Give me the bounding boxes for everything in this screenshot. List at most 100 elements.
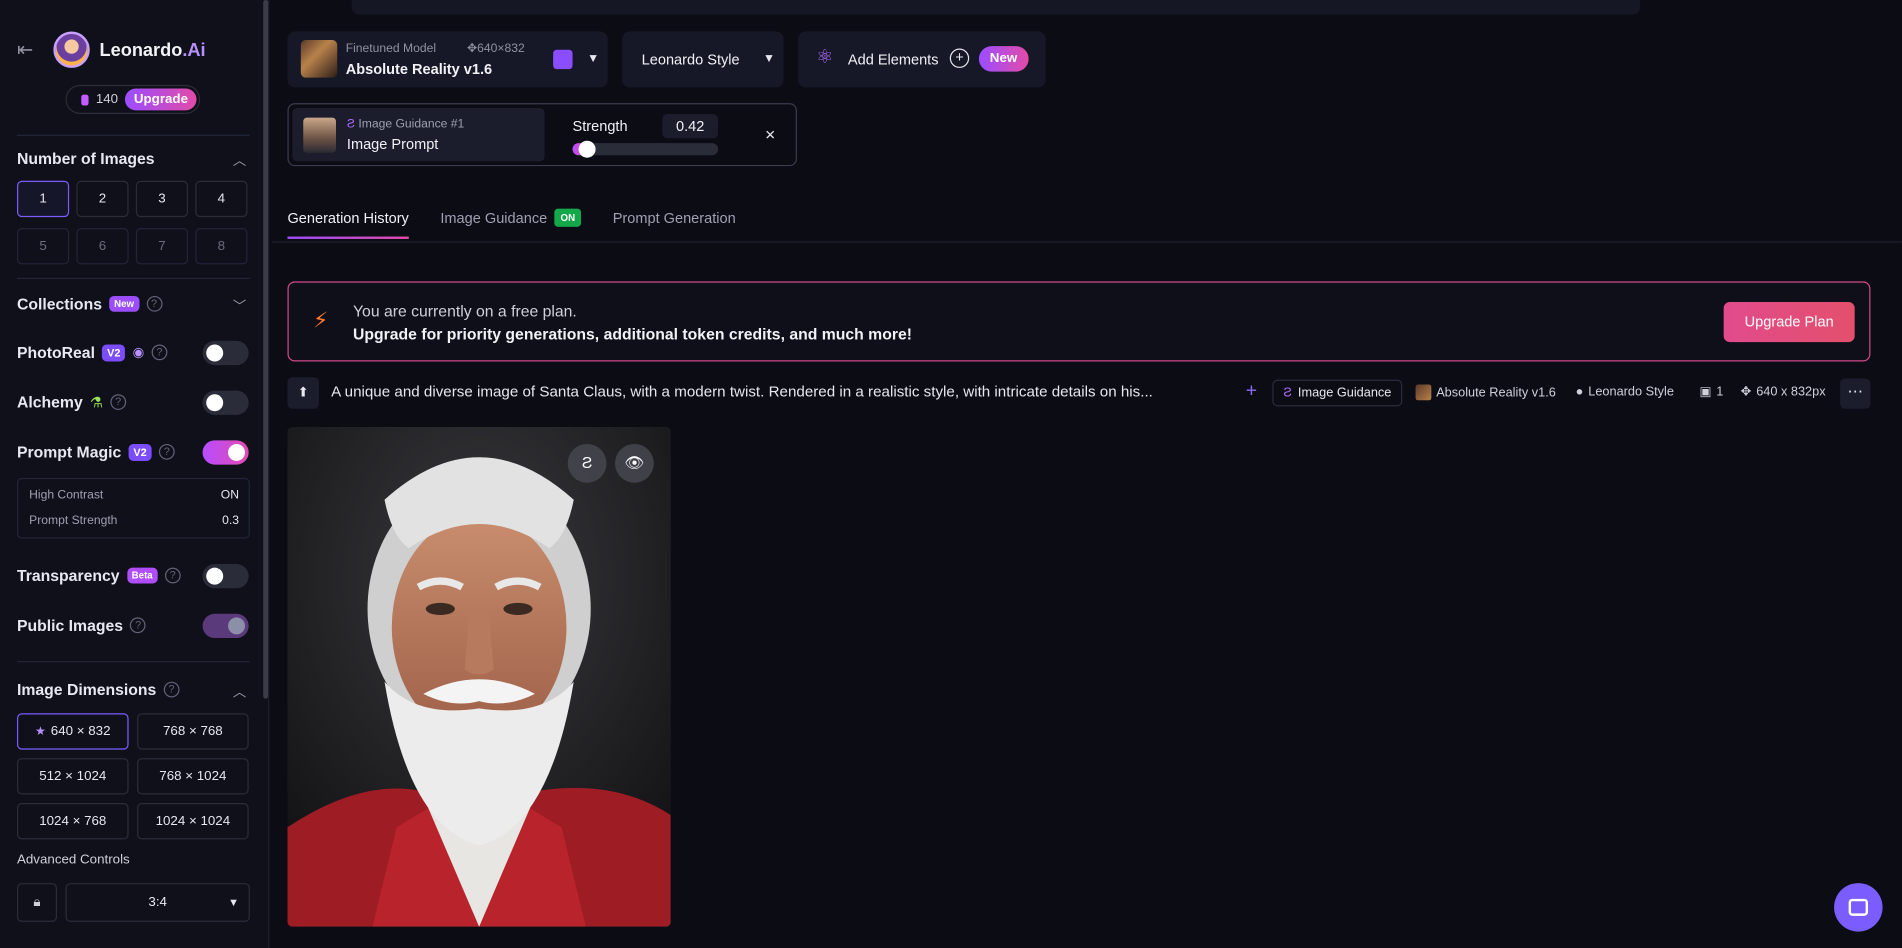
chevron-up-icon[interactable]: ︿ bbox=[233, 150, 246, 169]
model-info-icon[interactable] bbox=[553, 49, 573, 70]
aspect-ratio-select[interactable]: 3:4 ▼ bbox=[65, 883, 250, 922]
move-icon: ✥ bbox=[467, 42, 478, 56]
generation-prompt[interactable]: A unique and diverse image of Santa Clau… bbox=[331, 383, 1200, 400]
upgrade-button[interactable]: Upgrade bbox=[125, 88, 197, 111]
chevron-down-icon[interactable]: ﹀ bbox=[233, 296, 246, 315]
public-images-toggle[interactable] bbox=[202, 613, 249, 639]
aspect-ratio-value: 3:4 bbox=[148, 895, 167, 910]
model-dims: ✥640×832 bbox=[467, 42, 525, 56]
tab-generation-history[interactable]: Generation History bbox=[287, 209, 409, 239]
guidance-icon: Ƨ bbox=[1283, 385, 1292, 401]
more-options-icon[interactable]: ⋯ bbox=[1840, 378, 1871, 409]
tab-prompt-generation[interactable]: Prompt Generation bbox=[613, 209, 736, 239]
prompt-magic-title: Prompt Magic V2 ? bbox=[17, 443, 175, 461]
alchemy-title: Alchemy ⚗ ? bbox=[17, 393, 127, 411]
dimension-768x768[interactable]: 768 × 768 bbox=[137, 713, 249, 750]
dimension-768x1024[interactable]: 768 × 1024 bbox=[137, 758, 249, 795]
image-guidance-source[interactable]: Ƨ Image Guidance #1 Image Prompt bbox=[292, 107, 545, 162]
help-icon[interactable]: ? bbox=[130, 617, 147, 634]
camera-icon: ◉ bbox=[132, 345, 145, 361]
alchemy-toggle[interactable] bbox=[202, 390, 249, 415]
photoreal-toggle[interactable] bbox=[202, 340, 249, 366]
image-dimensions-grid: ★ 640 × 832 768 × 768 512 × 1024 768 × 10… bbox=[16, 713, 250, 840]
image-count-7[interactable]: 7 bbox=[135, 228, 189, 265]
chevron-up-icon[interactable]: ︿ bbox=[233, 682, 246, 701]
beta-badge: Beta bbox=[126, 567, 158, 584]
dimension-512x1024[interactable]: 512 × 1024 bbox=[16, 758, 129, 795]
collapse-sidebar-icon[interactable]: ⇤ bbox=[17, 38, 44, 62]
strength-value[interactable]: 0.42 bbox=[662, 114, 719, 139]
caret-down-icon: ▼ bbox=[228, 896, 239, 909]
sidebar: ⇤ Leonardo.Ai 140 Upgrade Number of Imag… bbox=[0, 0, 270, 948]
plus-icon[interactable]: + bbox=[1246, 381, 1257, 403]
number-of-images-grid: 1 2 3 4 5 6 7 8 bbox=[16, 180, 250, 265]
dimension-1024x768[interactable]: 1024 × 768 bbox=[16, 803, 129, 840]
new-badge: New bbox=[978, 46, 1029, 72]
prompt-magic-settings[interactable]: High Contrast ON Prompt Strength 0.3 bbox=[16, 477, 250, 539]
image-count-6[interactable]: 6 bbox=[76, 228, 129, 265]
move-icon: ✥ bbox=[1740, 384, 1752, 400]
images-icon: ▣ bbox=[1699, 384, 1712, 400]
high-contrast-row: High Contrast ON bbox=[29, 489, 239, 502]
generated-image[interactable]: Ƨ 👁︎ bbox=[287, 426, 671, 927]
app-root: ⇤ Leonardo.Ai 140 Upgrade Number of Imag… bbox=[0, 0, 1902, 948]
logo-icon bbox=[53, 31, 90, 68]
guidance-name: Image Prompt bbox=[346, 135, 439, 153]
style-selector[interactable]: Leonardo Style ▼ bbox=[622, 31, 784, 88]
prompt-strength-value: 0.3 bbox=[222, 514, 239, 528]
advanced-controls-label[interactable]: Advanced Controls bbox=[17, 853, 130, 868]
lightning-icon: ⚡︎ bbox=[312, 308, 329, 333]
image-count-4[interactable]: 4 bbox=[195, 180, 248, 218]
strength-slider[interactable] bbox=[572, 140, 719, 158]
image-count-5[interactable]: 5 bbox=[16, 228, 70, 265]
tab-image-guidance[interactable]: Image Guidance ON bbox=[440, 208, 582, 239]
token-balance[interactable]: 140 Upgrade bbox=[65, 84, 201, 115]
use-as-guidance-icon[interactable]: Ƨ bbox=[567, 443, 607, 483]
help-icon[interactable]: ? bbox=[151, 344, 168, 361]
divider bbox=[16, 134, 250, 136]
lock-icon: 🔒︎ bbox=[33, 894, 41, 910]
guidance-sub-label: Ƨ Image Guidance #1 bbox=[346, 117, 465, 132]
token-icon bbox=[81, 94, 89, 105]
strength-slider-handle[interactable] bbox=[578, 140, 596, 158]
image-count-1[interactable]: 1 bbox=[16, 180, 70, 218]
image-count-2[interactable]: 2 bbox=[76, 180, 129, 218]
help-icon[interactable]: ? bbox=[146, 295, 162, 312]
transparency-toggle[interactable] bbox=[202, 564, 249, 589]
add-elements-label: Add Elements bbox=[847, 50, 939, 68]
sidebar-scrollbar[interactable] bbox=[263, 0, 269, 699]
upgrade-plan-button[interactable]: Upgrade Plan bbox=[1723, 302, 1855, 343]
help-icon[interactable]: ? bbox=[163, 681, 180, 698]
aspect-lock-button[interactable]: 🔒︎ bbox=[16, 883, 58, 922]
help-icon[interactable]: ? bbox=[110, 394, 127, 410]
close-icon[interactable]: ✕ bbox=[759, 124, 782, 147]
caret-down-icon[interactable]: ▼ bbox=[587, 52, 599, 65]
prompt-magic-toggle[interactable] bbox=[202, 440, 249, 465]
model-selector[interactable]: Finetuned Model ✥640×832 Absolute Realit… bbox=[287, 31, 608, 88]
v2-badge: V2 bbox=[128, 443, 152, 461]
image-guidance-tag[interactable]: Ƨ Image Guidance bbox=[1272, 379, 1403, 407]
support-chat-button[interactable] bbox=[1834, 883, 1883, 932]
dimensions-tag: ✥ 640 x 832px bbox=[1740, 384, 1826, 400]
santa-portrait-image bbox=[287, 426, 671, 927]
divider bbox=[16, 661, 250, 663]
collections-title[interactable]: Collections New ? bbox=[17, 295, 162, 313]
guidance-thumbnail bbox=[303, 117, 337, 153]
dimension-1024x1024[interactable]: 1024 × 1024 bbox=[137, 803, 249, 840]
image-count-3[interactable]: 3 bbox=[135, 180, 189, 218]
token-count: 140 bbox=[95, 92, 119, 107]
image-count-8[interactable]: 8 bbox=[195, 228, 248, 265]
add-elements-button[interactable]: ⚛ Add Elements + New bbox=[798, 31, 1046, 88]
free-plan-banner: ⚡︎ You are currently on a free plan. Upg… bbox=[287, 281, 1871, 362]
reuse-prompt-button[interactable]: ⬆ bbox=[287, 377, 320, 409]
style-label: Leonardo Style bbox=[641, 50, 740, 68]
help-icon[interactable]: ? bbox=[164, 567, 181, 584]
help-icon[interactable]: ? bbox=[158, 443, 175, 460]
new-badge: New bbox=[109, 295, 139, 312]
star-icon: ★ bbox=[35, 724, 46, 739]
eye-icon[interactable]: 👁︎ bbox=[614, 443, 654, 483]
prompt-input-bar[interactable] bbox=[351, 0, 1640, 15]
model-name: Absolute Reality v1.6 bbox=[345, 60, 493, 78]
model-tag: Absolute Reality v1.6 bbox=[1415, 384, 1556, 401]
dimension-640x832[interactable]: ★ 640 × 832 bbox=[16, 713, 129, 750]
